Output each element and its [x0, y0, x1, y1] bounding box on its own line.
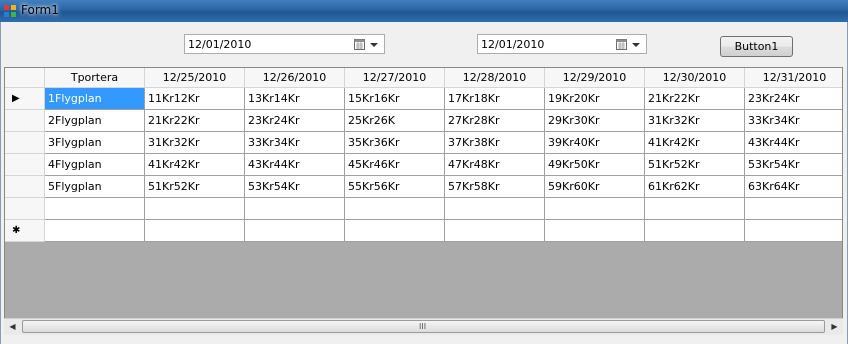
column-header[interactable]: 12/28/2010 — [445, 68, 545, 88]
grid-cell[interactable] — [645, 198, 745, 220]
grid-cell[interactable]: 27Kr28Kr — [445, 110, 545, 132]
grid-cell[interactable] — [545, 220, 645, 242]
calendar-icon[interactable] — [354, 39, 365, 50]
grid-cell[interactable]: 45Kr46Kr — [345, 154, 445, 176]
grid-cell[interactable]: 25Kr26K — [345, 110, 445, 132]
data-grid[interactable]: Tportera 12/25/2010 12/26/2010 12/27/2010 12… — [4, 67, 843, 335]
grid-cell[interactable] — [645, 220, 745, 242]
column-header[interactable]: 12/31/2010 — [745, 68, 842, 88]
grid-cell[interactable]: 63Kr64Kr — [745, 176, 842, 198]
column-header[interactable]: Tportera — [45, 68, 145, 88]
dropdown-arrow-icon[interactable] — [632, 43, 640, 47]
date-picker-1[interactable]: 12/01/2010 — [184, 34, 385, 54]
grid-cell[interactable]: 35Kr36Kr — [345, 132, 445, 154]
row-header[interactable] — [5, 132, 45, 154]
column-header[interactable]: 12/30/2010 — [645, 68, 745, 88]
calendar-icon[interactable] — [616, 39, 627, 50]
column-header[interactable]: 12/29/2010 — [545, 68, 645, 88]
grid-cell[interactable] — [45, 220, 145, 242]
horizontal-scrollbar[interactable]: ◀ III ▶ — [4, 318, 843, 335]
grid-cell[interactable] — [345, 220, 445, 242]
dropdown-arrow-icon[interactable] — [370, 43, 378, 47]
grid-cell[interactable] — [445, 198, 545, 220]
grid-cell[interactable] — [345, 198, 445, 220]
grid-cell[interactable]: 43Kr44Kr — [745, 132, 842, 154]
grid-cell[interactable]: 53Kr54Kr — [745, 154, 842, 176]
grid-cell[interactable]: 55Kr56Kr — [345, 176, 445, 198]
grid-cell[interactable]: 31Kr32Kr — [145, 132, 245, 154]
row-header[interactable] — [5, 198, 45, 220]
row-header[interactable] — [5, 176, 45, 198]
row-header[interactable] — [5, 154, 45, 176]
grid-cell[interactable] — [745, 220, 842, 242]
grid-cell[interactable] — [445, 220, 545, 242]
title-bar[interactable]: Form1 — [0, 0, 848, 22]
grid-cell[interactable]: 43Kr44Kr — [245, 154, 345, 176]
arrow-left-icon[interactable]: ◀ — [4, 319, 21, 335]
scrollbar-thumb[interactable]: III — [22, 320, 825, 333]
grid-cell[interactable]: 21Kr22Kr — [645, 88, 745, 110]
grid-cell[interactable]: 47Kr48Kr — [445, 154, 545, 176]
grid-cell[interactable]: 17Kr18Kr — [445, 88, 545, 110]
grid-cell[interactable]: 51Kr52Kr — [645, 154, 745, 176]
grid-cell[interactable] — [145, 198, 245, 220]
app-icon — [4, 5, 16, 17]
column-header[interactable]: 12/27/2010 — [345, 68, 445, 88]
current-row-indicator-icon: ▶ — [12, 93, 20, 104]
window-title: Form1 — [21, 3, 59, 17]
grid-cell[interactable]: 1Flygplan — [45, 88, 145, 110]
grid-cell[interactable]: 37Kr38Kr — [445, 132, 545, 154]
scrollbar-grip: III — [419, 322, 427, 331]
row-header[interactable] — [5, 110, 45, 132]
grid-corner-header[interactable] — [5, 68, 45, 88]
date-picker-2-value: 12/01/2010 — [481, 38, 545, 51]
row-header[interactable]: ✱ — [5, 220, 45, 242]
column-header[interactable]: 12/26/2010 — [245, 68, 345, 88]
grid-cell[interactable]: 3Flygplan — [45, 132, 145, 154]
grid-cell[interactable]: 39Kr40Kr — [545, 132, 645, 154]
grid-cell[interactable] — [145, 220, 245, 242]
grid-cell[interactable]: 23Kr24Kr — [245, 110, 345, 132]
grid-cell[interactable]: 11Kr12Kr — [145, 88, 245, 110]
grid-cell[interactable]: 33Kr34Kr — [245, 132, 345, 154]
date-picker-1-value: 12/01/2010 — [188, 38, 252, 51]
button1[interactable]: Button1 — [720, 36, 793, 57]
grid-cell[interactable]: 4Flygplan — [45, 154, 145, 176]
grid-cell[interactable] — [745, 198, 842, 220]
grid-cell[interactable]: 51Kr52Kr — [145, 176, 245, 198]
grid-cell[interactable]: 15Kr16Kr — [345, 88, 445, 110]
grid-cell[interactable]: 53Kr54Kr — [245, 176, 345, 198]
grid-cell[interactable]: 19Kr20Kr — [545, 88, 645, 110]
grid-cell[interactable] — [545, 198, 645, 220]
grid-cell[interactable]: 41Kr42Kr — [145, 154, 245, 176]
grid-cell[interactable]: 21Kr22Kr — [145, 110, 245, 132]
grid-cell[interactable]: 49Kr50Kr — [545, 154, 645, 176]
grid-cell[interactable]: 33Kr34Kr — [745, 110, 842, 132]
grid-cell[interactable] — [45, 198, 145, 220]
row-header[interactable]: ▶ — [5, 88, 45, 110]
grid-cell[interactable]: 29Kr30Kr — [545, 110, 645, 132]
grid-cell[interactable] — [245, 220, 345, 242]
new-row-indicator-icon: ✱ — [12, 225, 21, 236]
grid-cell[interactable]: 31Kr32Kr — [645, 110, 745, 132]
grid-cell[interactable]: 41Kr42Kr — [645, 132, 745, 154]
grid-cell[interactable]: 23Kr24Kr — [745, 88, 842, 110]
grid-cell[interactable] — [245, 198, 345, 220]
arrow-right-icon[interactable]: ▶ — [826, 319, 843, 335]
grid-cell[interactable]: 61Kr62Kr — [645, 176, 745, 198]
grid-cell[interactable]: 57Kr58Kr — [445, 176, 545, 198]
grid-cell[interactable]: 59Kr60Kr — [545, 176, 645, 198]
date-picker-2[interactable]: 12/01/2010 — [477, 34, 647, 54]
column-header[interactable]: 12/25/2010 — [145, 68, 245, 88]
grid-cell[interactable]: 13Kr14Kr — [245, 88, 345, 110]
grid-cell[interactable]: 5Flygplan — [45, 176, 145, 198]
grid-cell[interactable]: 2Flygplan — [45, 110, 145, 132]
